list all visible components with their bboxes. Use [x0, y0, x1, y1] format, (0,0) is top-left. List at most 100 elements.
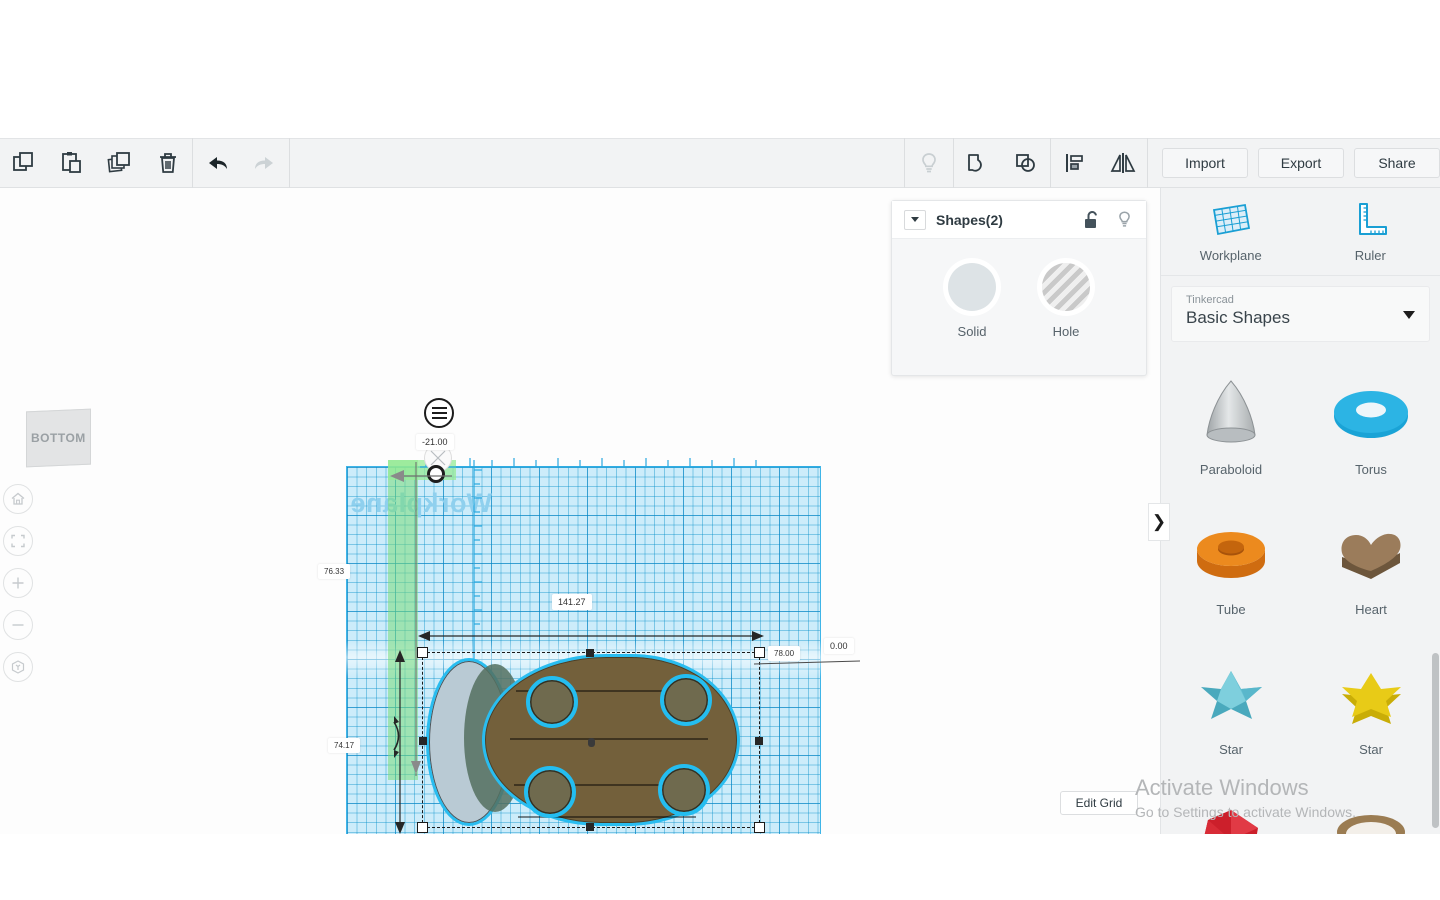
workplane-tool[interactable]: Workplane	[1161, 188, 1301, 275]
solid-label: Solid	[948, 324, 996, 339]
trash-icon	[155, 150, 181, 176]
edit-grid-button[interactable]: Edit Grid	[1060, 791, 1138, 815]
polyhedron-red-icon	[1196, 797, 1266, 834]
zoom-out-button[interactable]	[3, 610, 33, 640]
group-shapes-icon	[965, 150, 991, 176]
library-selected: Basic Shapes	[1186, 308, 1415, 328]
shape-star-yellow[interactable]: Star	[1311, 633, 1431, 773]
lightbulb-icon	[916, 150, 942, 176]
depth-label: 74.17	[328, 738, 360, 753]
copy-icon	[11, 150, 37, 176]
shape-polyhedron-red[interactable]	[1171, 773, 1291, 834]
history-tool-group	[193, 138, 289, 188]
chevron-down-icon	[1403, 311, 1415, 319]
width-dimension-arrow	[416, 626, 766, 646]
heart-icon	[1332, 510, 1410, 598]
paste-icon	[59, 150, 85, 176]
height-label: 78.00	[768, 646, 800, 661]
lightbulb-icon[interactable]	[1115, 210, 1134, 230]
zoom-in-button[interactable]	[3, 568, 33, 598]
shape-paraboloid[interactable]: Paraboloid	[1171, 353, 1291, 493]
ruler-tool-label: Ruler	[1355, 248, 1386, 263]
unlock-icon[interactable]	[1083, 210, 1101, 230]
ring-brown-icon	[1331, 797, 1411, 834]
undo-arrow-icon	[203, 152, 231, 174]
shape-torus[interactable]: Torus	[1311, 353, 1431, 493]
hole-label: Hole	[1042, 324, 1090, 339]
top-toolbar: Import Export Share	[0, 138, 1440, 188]
right-sidebar: Workplane Ruler Tinkercad Basic Shapes	[1160, 188, 1440, 834]
resize-handle-br[interactable]	[754, 822, 765, 833]
solid-swatch-icon	[948, 263, 996, 311]
ungroup-button[interactable]	[1002, 138, 1050, 188]
redo-button[interactable]	[241, 138, 289, 188]
resize-handle-right[interactable]	[755, 737, 763, 745]
ortho-perspective-toggle[interactable]	[3, 652, 33, 682]
tinkercad-app: Import Export Share BOTTOM	[0, 0, 1440, 900]
view-cube[interactable]: BOTTOM	[26, 409, 91, 468]
import-button[interactable]: Import	[1162, 148, 1248, 178]
paraboloid-icon	[1195, 370, 1267, 458]
fit-frame-icon	[10, 533, 26, 549]
object-tool-group	[905, 138, 1147, 188]
paraboloid-label: Paraboloid	[1200, 462, 1262, 477]
delete-button[interactable]	[144, 138, 192, 188]
home-view-button[interactable]	[3, 484, 33, 514]
width-label: 141.27	[552, 594, 592, 610]
cube-icon	[10, 659, 26, 675]
share-button[interactable]: Share	[1354, 148, 1440, 178]
workplane-tool-label: Workplane	[1200, 248, 1262, 263]
offset-left-label: 76.33	[318, 564, 350, 579]
shape-heart[interactable]: Heart	[1311, 493, 1431, 633]
align-icon	[1062, 150, 1088, 176]
star-teal-label: Star	[1219, 742, 1243, 757]
fit-to-view-button[interactable]	[3, 526, 33, 556]
edit-tool-group	[0, 138, 192, 188]
ruler-icon	[1349, 200, 1391, 240]
selection-bounding-box[interactable]	[422, 652, 760, 828]
paste-button[interactable]	[48, 138, 96, 188]
ungroup-shapes-icon	[1013, 150, 1039, 176]
shapes-panel-title: Shapes(2)	[936, 212, 1003, 228]
rotate-handle-icon[interactable]	[424, 398, 454, 428]
toolbar-action-buttons: Import Export Share	[1148, 138, 1440, 188]
shape-library-scrollbar[interactable]	[1432, 653, 1439, 828]
mirror-button[interactable]	[1099, 138, 1147, 188]
duplicate-button[interactable]	[96, 138, 144, 188]
workplane[interactable]: Workplane	[346, 466, 821, 834]
caret-down-icon	[911, 217, 919, 222]
home-icon	[10, 491, 26, 507]
hole-option[interactable]: Hole	[1042, 263, 1090, 339]
align-button[interactable]	[1051, 138, 1099, 188]
base-height-label: 0.00	[824, 638, 854, 654]
hide-button[interactable]	[905, 138, 953, 188]
export-button[interactable]: Export	[1258, 148, 1344, 178]
star-teal-icon	[1194, 650, 1268, 738]
resize-handle-top[interactable]	[586, 649, 594, 657]
plus-icon	[10, 575, 26, 591]
copy-button[interactable]	[0, 138, 48, 188]
tube-label: Tube	[1216, 602, 1245, 617]
shape-tube[interactable]: Tube	[1171, 493, 1291, 633]
navigation-buttons	[3, 484, 35, 694]
ruler-tool[interactable]: Ruler	[1301, 188, 1440, 275]
resize-handle-bl[interactable]	[417, 822, 428, 833]
minus-icon	[10, 617, 26, 633]
solid-option[interactable]: Solid	[948, 263, 996, 339]
shape-star-teal[interactable]: Star	[1171, 633, 1291, 773]
shape-library-grid[interactable]: Paraboloid Torus	[1161, 353, 1440, 834]
workplane-grid-icon	[1209, 200, 1253, 240]
height-dimension-arrow	[390, 456, 440, 786]
group-button[interactable]	[954, 138, 1002, 188]
shape-ring-brown[interactable]	[1311, 773, 1431, 834]
library-owner: Tinkercad	[1186, 294, 1415, 306]
torus-icon	[1331, 370, 1411, 458]
resize-handle-bottom[interactable]	[586, 823, 594, 831]
collapse-panel-tab[interactable]: ❯	[1148, 503, 1170, 541]
undo-button[interactable]	[193, 138, 241, 188]
shapes-panel-body: Solid Hole	[892, 239, 1146, 339]
torus-label: Torus	[1355, 462, 1387, 477]
star-yellow-icon	[1334, 650, 1408, 738]
shape-library-dropdown[interactable]: Tinkercad Basic Shapes	[1171, 286, 1430, 342]
collapse-shapes-panel-button[interactable]	[904, 210, 926, 230]
